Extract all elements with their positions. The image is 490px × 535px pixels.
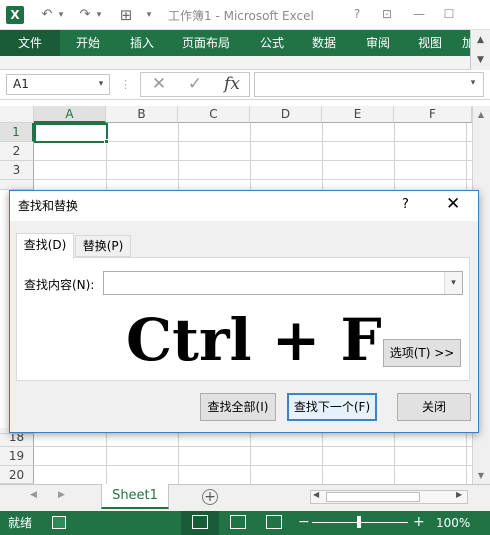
customize-qat-icon[interactable]: ▾ (144, 6, 154, 24)
expand-formula-bar-icon[interactable]: ▾ (466, 78, 480, 92)
scroll-left-icon[interactable]: ◀ (313, 490, 319, 499)
fill-handle[interactable] (104, 139, 109, 144)
formula-bar-grip-icon[interactable]: ⋮ (120, 77, 131, 93)
tab-formulas[interactable]: 公式 (260, 30, 284, 56)
scroll-down-icon[interactable]: ▼ (472, 467, 490, 484)
dialog-close-icon[interactable]: ✕ (446, 194, 460, 214)
redo-dropdown-icon[interactable]: ▾ (94, 6, 104, 24)
tab-find[interactable]: 查找(D) (16, 233, 74, 259)
find-history-dropdown-icon[interactable]: ▾ (444, 272, 462, 294)
page-break-view-icon[interactable] (266, 515, 282, 529)
row-header-2[interactable]: 2 (0, 142, 34, 161)
column-header-e[interactable]: E (322, 106, 394, 123)
select-all-corner[interactable] (0, 106, 34, 123)
find-all-button[interactable]: 查找全部(I) (200, 393, 276, 421)
sheet-tab-sheet1[interactable]: Sheet1 (101, 484, 169, 509)
minimize-button[interactable]: — (410, 5, 428, 23)
prev-sheet-icon[interactable]: ◀ (30, 490, 37, 500)
status-text: 就绪 (8, 516, 33, 530)
name-box-dropdown-icon[interactable]: ▾ (94, 74, 108, 95)
column-header-b[interactable]: B (106, 106, 178, 123)
grid-line (34, 446, 472, 447)
horizontal-scroll-thumb[interactable] (326, 492, 420, 502)
help-button[interactable]: ? (348, 5, 366, 23)
normal-view-icon[interactable] (192, 515, 208, 529)
ribbon-display-button[interactable]: ⊡ (378, 5, 396, 23)
tab-home[interactable]: 开始 (76, 30, 100, 56)
zoom-slider-thumb[interactable] (357, 516, 361, 528)
window-title: 工作簿1 - Microsoft Excel (168, 9, 314, 23)
zoom-level[interactable]: 100% (436, 515, 470, 531)
undo-icon[interactable]: ↶ (40, 6, 54, 24)
ribbon-scroll[interactable]: ▲ ▼ (470, 30, 490, 70)
close-button[interactable]: 关闭 (397, 393, 471, 421)
column-header-a[interactable]: A (34, 106, 106, 123)
ribbon-tab-bar (0, 30, 490, 56)
tab-addins[interactable]: 加 (462, 30, 470, 56)
find-what-input[interactable] (103, 271, 463, 295)
grid-line (34, 160, 472, 161)
tab-file[interactable]: 文件 (0, 30, 60, 56)
insert-function-icon[interactable]: fx (218, 74, 246, 95)
row-header-3[interactable]: 3 (0, 161, 34, 180)
tab-page-layout[interactable]: 页面布局 (182, 30, 230, 56)
grid-line (34, 179, 472, 180)
redo-icon[interactable]: ↷ (78, 6, 92, 24)
dialog-help-icon[interactable]: ? (402, 197, 409, 212)
row-divider (0, 433, 34, 434)
tab-replace[interactable]: 替换(P) (75, 235, 131, 257)
next-sheet-icon[interactable]: ▶ (58, 490, 65, 500)
column-header-d[interactable]: D (250, 106, 322, 123)
excel-app-icon: X (6, 6, 24, 24)
column-header-f[interactable]: F (394, 106, 472, 123)
maximize-button[interactable]: ☐ (440, 5, 458, 23)
row-header-19[interactable]: 19 (0, 447, 34, 466)
zoom-out-button[interactable]: − (298, 513, 310, 531)
tab-review[interactable]: 审阅 (366, 30, 390, 56)
dialog-title: 查找和替换 (18, 199, 79, 213)
column-header-c[interactable]: C (178, 106, 250, 123)
tab-insert[interactable]: 插入 (130, 30, 154, 56)
scroll-right-icon[interactable]: ▶ (456, 490, 462, 499)
enter-icon[interactable]: ✓ (182, 74, 208, 95)
active-cell-a1[interactable] (34, 123, 108, 143)
row-header-1[interactable]: 1 (0, 123, 34, 142)
cancel-icon[interactable]: ✕ (146, 74, 172, 95)
ribbon-collapsed-strip (0, 56, 490, 70)
chevron-down-icon[interactable]: ▼ (471, 50, 490, 70)
find-what-label: 查找内容(N): (24, 278, 95, 292)
grid-line (34, 465, 472, 466)
undo-dropdown-icon[interactable]: ▾ (56, 6, 66, 24)
row-header-20[interactable]: 20 (0, 466, 34, 484)
row-header-4[interactable] (0, 180, 34, 190)
tab-data[interactable]: 数据 (312, 30, 336, 56)
options-button[interactable]: 选项(T) >> (383, 339, 461, 367)
tab-view[interactable]: 视图 (418, 30, 442, 56)
table-icon[interactable]: ⊞ (118, 6, 134, 24)
chevron-up-icon[interactable]: ▲ (471, 30, 490, 50)
page-layout-view-icon[interactable] (230, 515, 246, 529)
shortcut-overlay-text: Ctrl + F (126, 306, 382, 374)
add-sheet-icon[interactable]: + (202, 489, 218, 505)
macro-record-icon[interactable] (52, 516, 66, 529)
find-next-button[interactable]: 查找下一个(F) (287, 393, 377, 421)
formula-input[interactable] (254, 72, 484, 97)
zoom-in-button[interactable]: + (413, 513, 425, 531)
scroll-up-icon[interactable]: ▲ (472, 106, 490, 123)
